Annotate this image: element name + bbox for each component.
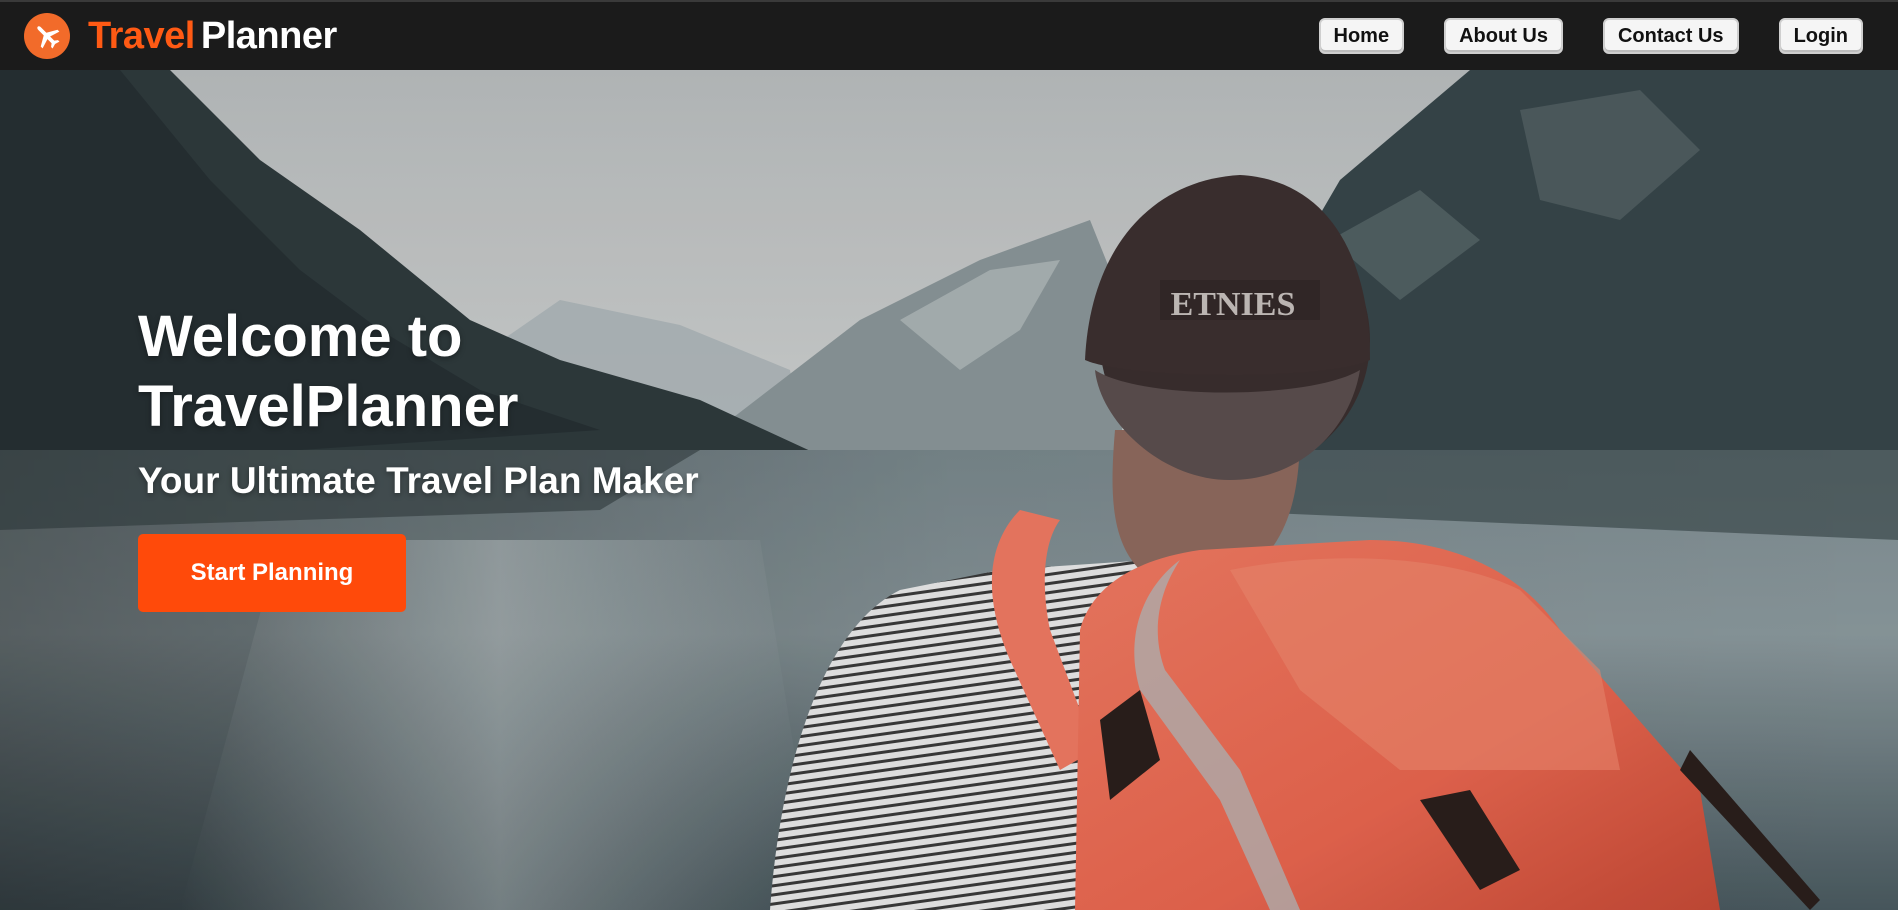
brand[interactable]: Travel Planner <box>24 13 337 59</box>
airplane-icon <box>24 13 70 59</box>
nav-contact-button[interactable]: Contact Us <box>1602 18 1739 54</box>
nav-about-button[interactable]: About Us <box>1444 18 1563 54</box>
nav-home-button[interactable]: Home <box>1318 18 1405 54</box>
brand-word-travel: Travel <box>88 14 195 57</box>
hero-content: Welcome to TravelPlanner Your Ultimate T… <box>138 302 898 612</box>
brand-name: Travel Planner <box>88 15 337 58</box>
start-planning-button[interactable]: Start Planning <box>138 534 406 612</box>
top-navbar: Travel Planner Home About Us Contact Us L… <box>0 0 1898 70</box>
hero-section: ETNIES Welcome to TravelPlanner Your Ult… <box>0 70 1898 910</box>
hero-title-line1: Welcome to <box>138 304 463 369</box>
hero-subtitle: Your Ultimate Travel Plan Maker <box>138 460 699 501</box>
hero-title: Welcome to TravelPlanner <box>138 302 898 442</box>
nav-login-button[interactable]: Login <box>1778 18 1863 54</box>
hero-title-line2: TravelPlanner <box>138 374 519 439</box>
nav-links: Home About Us Contact Us Login <box>1318 18 1863 54</box>
brand-word-planner: Planner <box>200 14 337 57</box>
